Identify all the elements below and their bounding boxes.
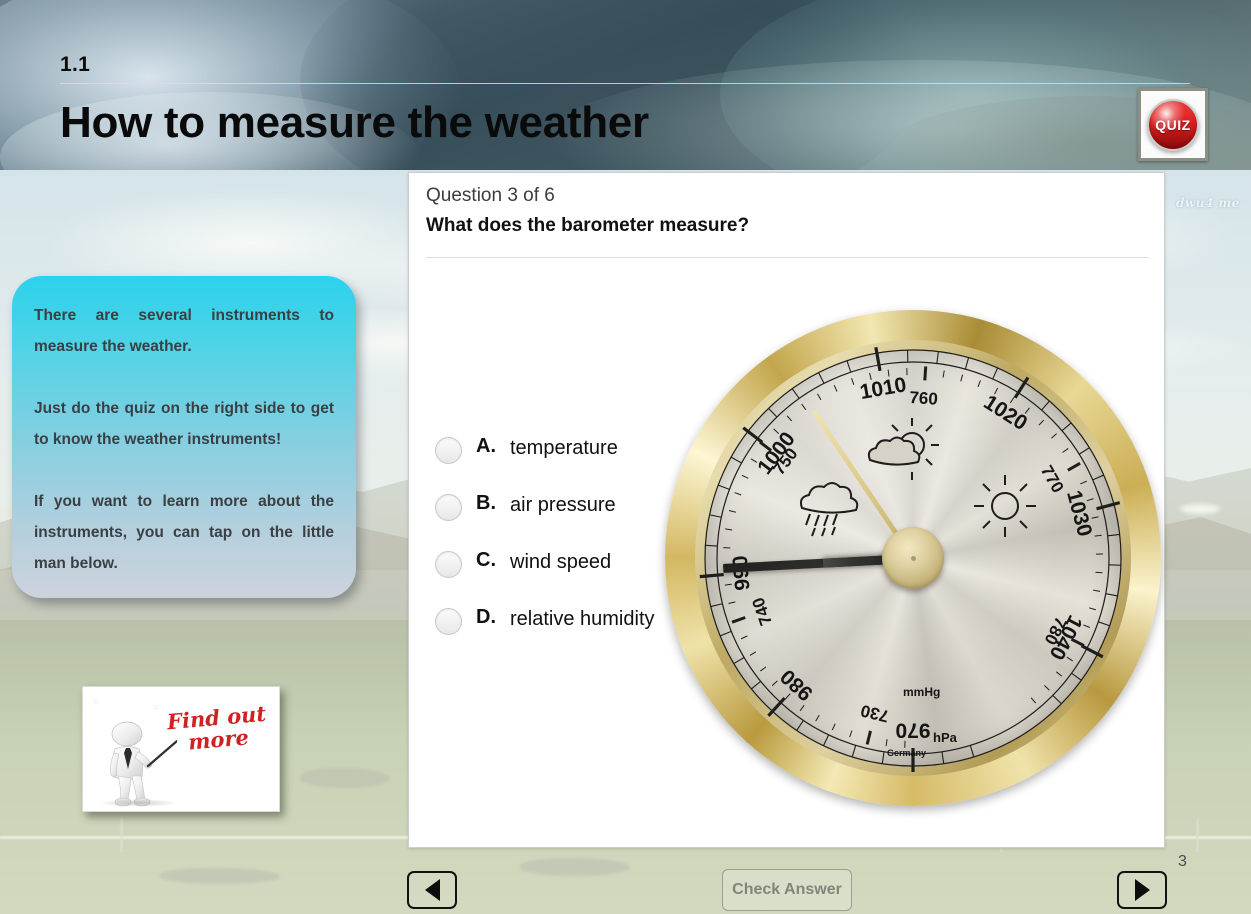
info-paragraph: There are several instruments to measure… — [34, 307, 334, 355]
svg-text:970: 970 — [895, 719, 930, 742]
svg-text:740: 740 — [749, 595, 776, 628]
svg-text:1020: 1020 — [980, 391, 1032, 435]
svg-text:hPa: hPa — [933, 730, 958, 745]
quiz-ball-icon: QUIZ — [1147, 98, 1199, 151]
slide-stage: 1.1 How to measure the weather QUIZ Ther… — [0, 0, 1251, 914]
radio-button-c[interactable] — [435, 551, 462, 578]
prev-button[interactable] — [407, 871, 457, 909]
radio-button-a[interactable] — [435, 437, 462, 464]
svg-text:990: 990 — [729, 555, 755, 592]
radio-button-b[interactable] — [435, 494, 462, 521]
option-label: wind speed — [510, 551, 612, 573]
svg-text:730: 730 — [859, 701, 891, 726]
option-label: air pressure — [510, 494, 616, 516]
page-header: 1.1 How to measure the weather — [0, 0, 1251, 170]
page-title: How to measure the weather — [60, 98, 649, 147]
stock-watermark: © — [93, 699, 99, 706]
barometer-image: 970 980 990 1000 1010 1020 1030 1040 730 740 750 76… — [661, 306, 1166, 816]
rain-cloud-icon — [799, 482, 859, 537]
image-watermark: dwu4 me — [1176, 196, 1240, 210]
prev-arrow-icon — [424, 879, 440, 901]
find-out-more-button[interactable]: © © © © — [82, 686, 280, 812]
option-label: relative humidity — [510, 608, 655, 630]
find-out-more-text: Find out more — [163, 701, 271, 756]
info-paragraph: Just do the quiz on the right side to ge… — [34, 400, 334, 448]
header-divider — [60, 83, 1190, 84]
needle-hub — [882, 527, 944, 589]
question-text: What does the barometer measure? — [426, 215, 750, 236]
next-arrow-icon — [1134, 879, 1150, 901]
check-answer-button[interactable]: Check Answer — [722, 869, 852, 911]
find-out-more-line2: more — [187, 724, 250, 755]
svg-text:770: 770 — [1037, 462, 1068, 496]
info-paragraph: If you want to learn more about the inst… — [34, 493, 334, 572]
sun-icon — [974, 475, 1036, 537]
answer-options-list: A. temperature B. air pressure C. wind s… — [435, 435, 685, 635]
question-counter: Question 3 of 6 — [426, 185, 555, 206]
figure-shadow — [99, 799, 179, 807]
option-letter: D. — [476, 606, 496, 628]
next-button[interactable] — [1117, 871, 1167, 909]
option-letter: C. — [476, 549, 496, 571]
answer-option-a[interactable]: A. temperature — [435, 435, 685, 464]
panel-divider — [426, 257, 1149, 258]
answer-option-b[interactable]: B. air pressure — [435, 492, 685, 521]
quiz-badge-label: QUIZ — [1155, 116, 1191, 133]
section-number: 1.1 — [60, 53, 91, 76]
page-number: 3 — [1178, 853, 1187, 870]
svg-text:1010: 1010 — [858, 373, 908, 404]
stock-watermark: © — [153, 705, 159, 712]
option-label: temperature — [510, 437, 618, 459]
svg-text:760: 760 — [909, 388, 939, 409]
quiz-panel: Question 3 of 6 What does the barometer … — [408, 172, 1165, 848]
quiz-button[interactable]: QUIZ — [1138, 88, 1208, 161]
info-callout: There are several instruments to measure… — [12, 276, 356, 598]
svg-text:1030: 1030 — [1062, 488, 1096, 539]
sun-behind-cloud-icon — [867, 418, 939, 480]
answer-option-c[interactable]: C. wind speed — [435, 549, 685, 578]
radio-button-d[interactable] — [435, 608, 462, 635]
svg-text:Germany: Germany — [887, 748, 926, 758]
option-letter: B. — [476, 492, 496, 514]
answer-option-d[interactable]: D. relative humidity — [435, 606, 685, 635]
option-letter: A. — [476, 435, 496, 457]
svg-text:mmHg: mmHg — [903, 685, 940, 699]
